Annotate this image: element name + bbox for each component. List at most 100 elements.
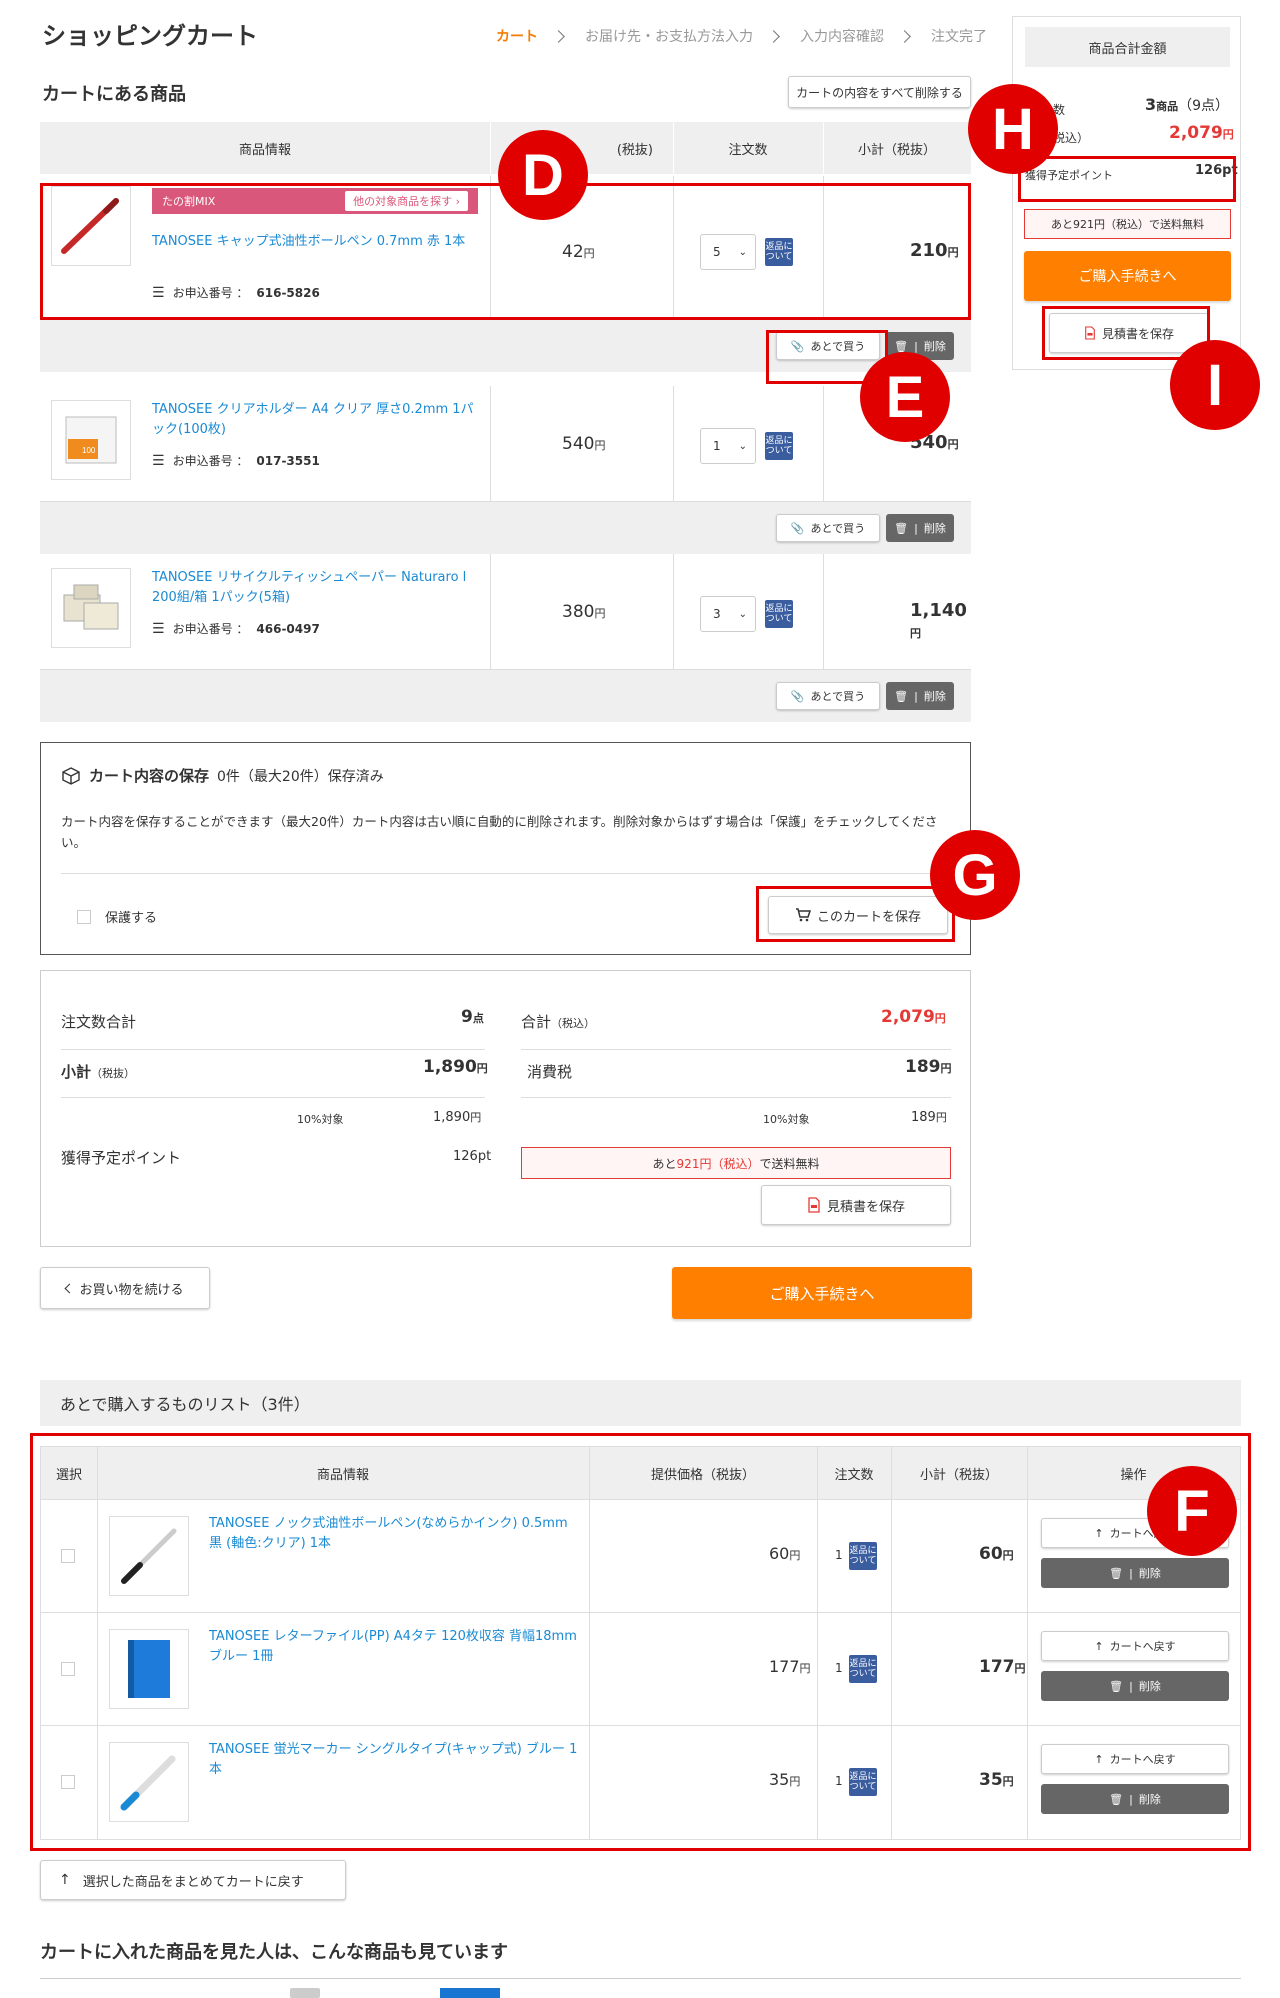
unit-price-num: 540 — [562, 434, 595, 454]
estimate-button[interactable]: 見積書を保存 — [761, 1185, 951, 1225]
delete-label: 削除 — [923, 690, 946, 703]
points-value: 126pt — [453, 1149, 492, 1164]
subtotal-tax-note: （税抜） — [91, 1067, 136, 1080]
highlight-box-f — [30, 1433, 1251, 1851]
yen-unit: 円 — [910, 627, 921, 640]
reco-product-image[interactable] — [290, 1988, 320, 1998]
marker-f: F — [1147, 1466, 1237, 1556]
total-label-text: 合計 — [521, 1013, 552, 1031]
cart-item-row: 100 TANOSEE クリアホルダー A4 クリア 厚さ0.2mm 1パック(… — [40, 386, 971, 502]
subtotal-num: 1,890 — [423, 1057, 477, 1077]
rate-label-1: 10%対象 — [297, 1113, 344, 1126]
yen-unit: 円 — [940, 1062, 952, 1075]
checkout-steps: カート お届け先・お支払方法入力 入力内容確認 注文完了 — [496, 26, 987, 46]
product-thumbnail[interactable]: 100 — [51, 400, 131, 480]
bulk-return-label: 選択した商品をまとめてカートに戻す — [82, 1874, 304, 1890]
quantity-select[interactable]: 1 ⌄ — [700, 428, 756, 464]
recommend-heading: カートに入れた商品を見た人は、こんな商品も見ています — [40, 1942, 508, 1963]
unit-price: 540円 — [562, 434, 605, 454]
marker-e: E — [860, 352, 950, 442]
product-thumbnail[interactable] — [51, 568, 131, 648]
buy-later-button[interactable]: 📎 あとで買う — [776, 682, 880, 710]
cart-heading: カートにある商品 — [42, 84, 186, 105]
free-shipping-note: あと 921円（税込） で送料無料 — [521, 1147, 951, 1179]
svg-text:100: 100 — [82, 446, 96, 455]
product-name-link[interactable]: TANOSEE クリアホルダー A4 クリア 厚さ0.2mm 1パック(100枚… — [152, 400, 478, 440]
delete-button[interactable]: 🗑 | 削除 — [886, 514, 954, 542]
total-label: 合計（税込） — [521, 1011, 595, 1032]
summary-box: 注文数合計 9点 合計（税込） 2,079円 小計（税抜） 1,890円 消費税… — [40, 970, 971, 1247]
delete-label: 削除 — [923, 340, 946, 353]
order-no-label: お申込番号 ： — [172, 622, 249, 636]
yen-unit: 円 — [947, 438, 959, 451]
trash-icon: 🗑 — [894, 339, 909, 353]
rate-subtotal: 1,890円 — [433, 1109, 481, 1125]
subtotal-label-text: 小計 — [61, 1063, 92, 1081]
yen-unit: 円 — [934, 1012, 946, 1025]
return-policy-badge[interactable]: 返品について — [765, 600, 793, 628]
continue-label: お買い物を続ける — [79, 1282, 184, 1298]
chevron-down-icon: ⌄ — [738, 608, 747, 620]
sidebar-checkout-button[interactable]: ご購入手続きへ — [1024, 251, 1231, 301]
order-no-label: お申込番号 ： — [172, 454, 249, 468]
buy-later-button[interactable]: 📎 あとで買う — [776, 514, 880, 542]
continue-shopping-button[interactable]: お買い物を続ける — [40, 1267, 210, 1309]
yen-unit: 円 — [470, 1111, 482, 1124]
arrow-up-icon: ↑ — [59, 1872, 71, 1888]
rate-tax: 189円 — [911, 1109, 947, 1125]
return-policy-badge[interactable]: 返品について — [765, 432, 793, 460]
rate-tax-num: 189 — [911, 1110, 936, 1125]
save-cart-desc: カート内容を保存することができます（最大20件）カート内容は古い順に自動的に削除… — [61, 814, 938, 850]
points-label: 獲得予定ポイント — [61, 1149, 182, 1167]
save-cart-status: 0件（最大20件）保存済み — [217, 768, 384, 785]
clear-cart-button[interactable]: カートの内容をすべて削除する — [788, 76, 971, 108]
step-delivery: お届け先・お支払方法入力 — [585, 29, 753, 45]
subtotal-value: 1,890円 — [423, 1057, 488, 1077]
col-qty: 注文数 — [728, 142, 768, 158]
unit-price: 380円 — [562, 602, 605, 622]
highlight-box-g — [756, 886, 955, 942]
highlight-box-d — [40, 183, 971, 320]
return-policy-label: 返品について — [765, 604, 793, 624]
tax-label: 消費税 — [527, 1063, 573, 1081]
step-confirm: 入力内容確認 — [800, 29, 884, 45]
delete-label: 削除 — [923, 522, 946, 535]
rate-subtotal-num: 1,890 — [433, 1110, 471, 1125]
chevron-right-icon — [767, 29, 780, 43]
total-num: 2,079 — [881, 1007, 935, 1027]
rate-label-2: 10%対象 — [763, 1113, 810, 1126]
product-name-link[interactable]: TANOSEE リサイクルティッシュペーパー Naturaro l 200組/箱… — [152, 568, 478, 608]
free-ship-pre: あと — [652, 1156, 677, 1171]
yen-unit: 円 — [1222, 128, 1234, 141]
yen-unit: 円 — [594, 607, 606, 620]
return-policy-label: 返品について — [765, 436, 793, 456]
paperclip-icon: 📎 — [790, 689, 805, 703]
sidebar-free-ship: あと921円（税込）で送料無料 — [1024, 209, 1231, 239]
delete-button[interactable]: 🗑 | 削除 — [886, 682, 954, 710]
order-number: ☰ お申込番号 ： 466-0497 — [152, 620, 320, 637]
quantity-value: 3 — [713, 607, 721, 621]
quantity-select[interactable]: 3 ⌄ — [700, 596, 756, 632]
qty-unit: 点 — [472, 1012, 484, 1025]
order-number: ☰ お申込番号 ： 017-3551 — [152, 452, 320, 469]
buy-later-label: あとで買う — [810, 522, 866, 535]
sidebar-total: 2,079円 — [1169, 123, 1234, 143]
line-subtotal-num: 1,140 — [910, 600, 967, 621]
sidebar-tax-label: 税込） — [1053, 131, 1090, 145]
marker-h: H — [968, 84, 1058, 174]
protect-label: 保護する — [105, 911, 158, 926]
subtotal-label: 小計（税抜） — [61, 1061, 135, 1082]
reco-product-image[interactable] — [440, 1988, 500, 1998]
list-icon: ☰ — [152, 620, 165, 637]
tax-num: 189 — [905, 1057, 941, 1077]
cart-item-actions: 📎 あとで買う 🗑 | 削除 — [40, 502, 971, 554]
sidebar-count-unit: 商品 — [1156, 100, 1179, 113]
chevron-down-icon: ⌄ — [738, 440, 747, 452]
sidebar-count: 3商品（9点） — [1145, 95, 1229, 115]
protect-checkbox[interactable] — [77, 909, 91, 924]
bulk-return-button[interactable]: ↑ 選択した商品をまとめてカートに戻す — [40, 1860, 346, 1900]
sidebar-count-pts: （9点） — [1178, 98, 1230, 114]
total-value: 2,079円 — [881, 1007, 946, 1027]
checkout-button[interactable]: ご購入手続きへ — [672, 1267, 972, 1319]
sidebar-total-num: 2,079 — [1169, 123, 1223, 143]
